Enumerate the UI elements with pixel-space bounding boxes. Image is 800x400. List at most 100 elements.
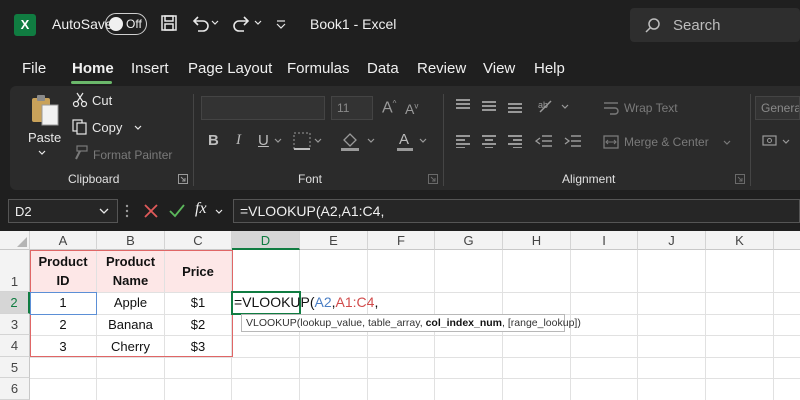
tab-review[interactable]: Review: [417, 60, 466, 77]
column-header-f[interactable]: F: [368, 231, 435, 250]
save-icon[interactable]: [160, 14, 178, 32]
increase-font-icon[interactable]: A^: [382, 99, 396, 117]
underline-dropdown-icon[interactable]: [274, 138, 282, 144]
alignment-group-label: Alignment: [562, 172, 616, 186]
font-name-box[interactable]: [201, 96, 325, 120]
align-center-icon[interactable]: [481, 134, 497, 148]
search-box[interactable]: Search: [630, 8, 800, 42]
paste-icon[interactable]: [29, 93, 61, 127]
cut-button[interactable]: Cut: [92, 93, 112, 108]
row-header-6[interactable]: 6: [0, 378, 30, 400]
function-tooltip[interactable]: VLOOKUP(lookup_value, table_array, col_i…: [241, 314, 581, 332]
column-header-d[interactable]: D: [232, 231, 300, 250]
borders-dropdown-icon[interactable]: [314, 138, 322, 144]
redo-icon[interactable]: [232, 13, 252, 33]
name-box[interactable]: D2: [8, 199, 118, 223]
column-header-k[interactable]: K: [706, 231, 774, 250]
align-right-icon[interactable]: [507, 134, 523, 148]
paste-button[interactable]: Paste: [28, 130, 61, 145]
number-format-box[interactable]: General: [755, 96, 800, 120]
currency-dropdown-icon[interactable]: [782, 139, 790, 145]
row-header-3[interactable]: 3: [0, 314, 30, 335]
row-header-5[interactable]: 5: [0, 357, 30, 378]
column-header-j[interactable]: J: [638, 231, 706, 250]
font-size-value: 11: [337, 101, 350, 115]
currency-format-icon[interactable]: [762, 133, 780, 149]
undo-icon[interactable]: [190, 13, 210, 33]
italic-icon[interactable]: I: [236, 132, 241, 149]
copy-icon[interactable]: [72, 119, 88, 135]
alignment-launcher-icon[interactable]: [735, 174, 745, 184]
undo-dropdown-icon[interactable]: [211, 20, 219, 26]
font-size-box[interactable]: 11: [331, 96, 373, 120]
copy-button[interactable]: Copy: [92, 120, 122, 135]
column-header-c[interactable]: C: [165, 231, 232, 250]
insert-function-button[interactable]: fx: [195, 200, 207, 218]
align-middle-icon[interactable]: [481, 99, 497, 113]
cancel-entry-icon[interactable]: [143, 203, 159, 219]
column-header-b[interactable]: B: [97, 231, 165, 250]
tab-help[interactable]: Help: [534, 60, 565, 77]
format-painter-button[interactable]: Format Painter: [93, 148, 172, 162]
font-launcher-icon[interactable]: [428, 174, 438, 184]
wrap-text-icon[interactable]: [603, 100, 619, 116]
font-color-dropdown-icon[interactable]: [419, 138, 427, 144]
toggle-knob: [109, 17, 123, 31]
tab-data[interactable]: Data: [367, 60, 399, 77]
worksheet-grid[interactable]: A B C D E F G H I J K 1 2 3 4 5 6 Produc…: [0, 231, 800, 400]
align-top-icon[interactable]: [455, 99, 471, 113]
column-header-a[interactable]: A: [30, 231, 97, 250]
fill-color-dropdown-icon[interactable]: [367, 138, 375, 144]
font-color-icon[interactable]: A: [395, 130, 415, 152]
tab-home[interactable]: Home: [72, 60, 114, 77]
column-header-g[interactable]: G: [435, 231, 503, 250]
underline-icon[interactable]: U: [258, 132, 269, 149]
merge-center-button[interactable]: Merge & Center: [624, 135, 709, 149]
select-all-corner[interactable]: [0, 231, 30, 250]
merge-center-icon[interactable]: [603, 134, 619, 150]
row-header-1[interactable]: 1: [0, 250, 30, 292]
tab-file[interactable]: File: [22, 60, 46, 77]
fx-dropdown-icon[interactable]: [215, 209, 223, 215]
formula-bar-grip-icon[interactable]: [125, 203, 129, 219]
number-format-value: General: [761, 101, 800, 115]
cut-icon[interactable]: [72, 92, 88, 108]
align-left-icon[interactable]: [455, 134, 471, 148]
orientation-dropdown-icon[interactable]: [561, 104, 569, 110]
increase-indent-icon[interactable]: [564, 134, 582, 148]
customize-toolbar-icon[interactable]: [275, 18, 287, 30]
paste-dropdown-icon[interactable]: [38, 150, 46, 156]
tooltip-function: VLOOKUP(: [246, 317, 301, 329]
decrease-font-icon[interactable]: Av: [405, 101, 418, 117]
orientation-icon[interactable]: ab: [537, 97, 555, 115]
tab-insert[interactable]: Insert: [131, 60, 169, 77]
row-header-2[interactable]: 2: [0, 292, 30, 314]
formula-input[interactable]: =VLOOKUP(A2,A1:C4,: [233, 199, 800, 223]
name-box-dropdown-icon[interactable]: [99, 208, 109, 214]
column-header-i[interactable]: I: [571, 231, 638, 250]
decrease-indent-icon[interactable]: [535, 134, 553, 148]
format-painter-icon[interactable]: [72, 145, 88, 161]
merge-dropdown-icon[interactable]: [723, 140, 731, 146]
confirm-entry-icon[interactable]: [168, 203, 186, 219]
excel-logo-icon: X: [14, 14, 36, 36]
row-header-4[interactable]: 4: [0, 335, 30, 357]
formula-prefix: =VLOOKUP(: [234, 294, 315, 310]
tab-view[interactable]: View: [483, 60, 515, 77]
align-bottom-icon[interactable]: [507, 99, 523, 113]
redo-dropdown-icon[interactable]: [254, 20, 262, 26]
tab-page-layout[interactable]: Page Layout: [188, 60, 272, 77]
column-header-e[interactable]: E: [300, 231, 368, 250]
search-icon: [645, 18, 660, 33]
cell-d2-editing[interactable]: =VLOOKUP(A2,A1:C4,: [232, 290, 384, 314]
clipboard-launcher-icon[interactable]: [178, 174, 188, 184]
fill-color-icon[interactable]: [339, 130, 361, 152]
wrap-text-button[interactable]: Wrap Text: [624, 101, 678, 115]
copy-dropdown-icon[interactable]: [134, 125, 142, 131]
tab-formulas[interactable]: Formulas: [287, 60, 350, 77]
autosave-toggle[interactable]: Off: [105, 13, 147, 35]
column-header-l[interactable]: [774, 231, 800, 250]
bold-icon[interactable]: B: [208, 132, 219, 149]
column-header-h[interactable]: H: [503, 231, 571, 250]
borders-icon[interactable]: [293, 132, 311, 150]
